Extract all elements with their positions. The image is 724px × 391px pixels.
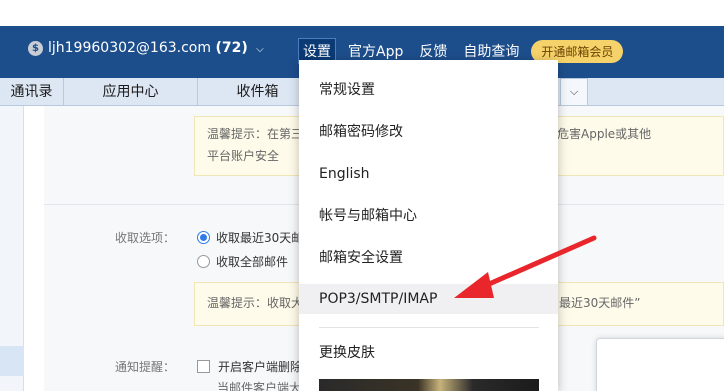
red-arrow-icon — [454, 235, 597, 298]
arrow-head — [454, 272, 494, 298]
arrow-shaft — [477, 235, 597, 291]
